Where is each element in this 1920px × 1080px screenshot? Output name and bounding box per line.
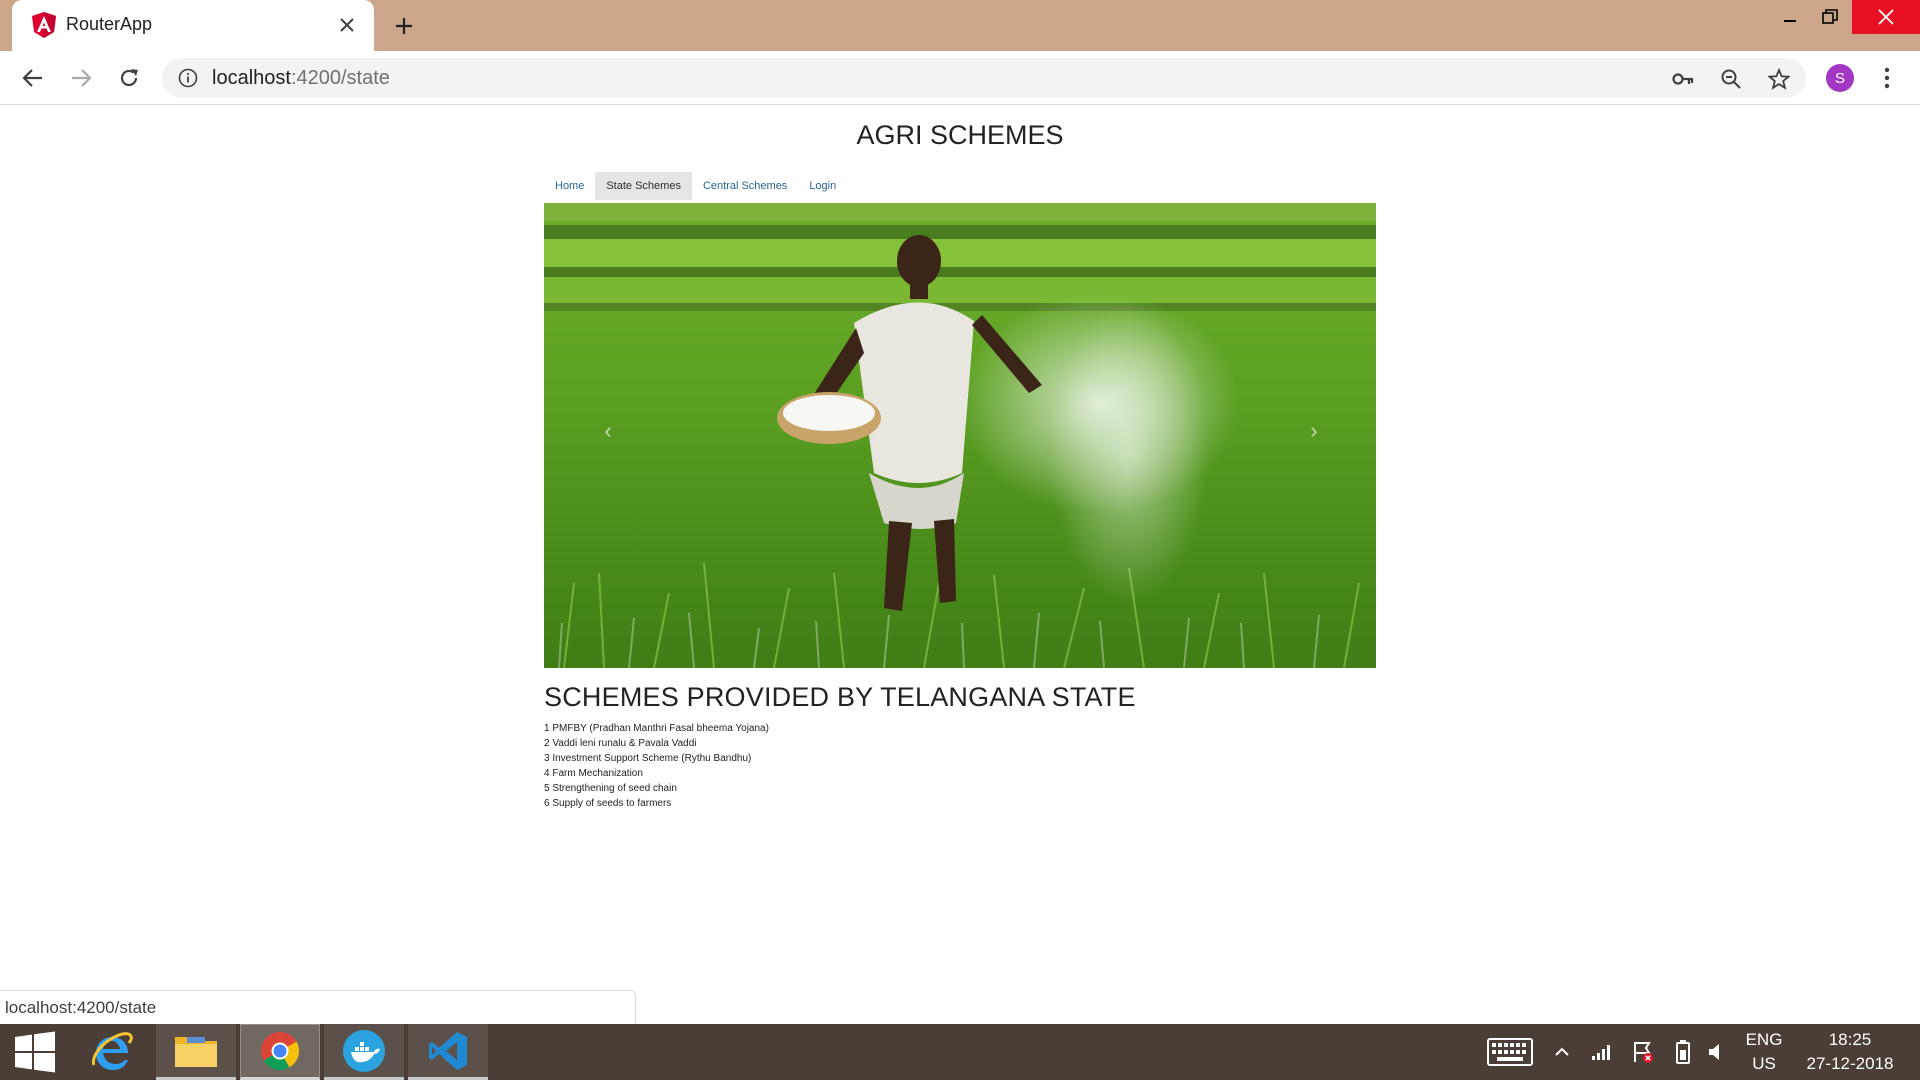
browser-tab[interactable]: RouterApp	[12, 0, 374, 51]
clock-date[interactable]: 27-12-2018	[1798, 1054, 1902, 1074]
reload-icon[interactable]	[114, 63, 144, 93]
language-code[interactable]: ENG	[1740, 1030, 1788, 1050]
carousel-prev-icon[interactable]: ‹	[596, 418, 620, 443]
battery-icon[interactable]	[1672, 1038, 1694, 1066]
site-info-icon[interactable]	[178, 68, 198, 88]
nav-home[interactable]: Home	[544, 172, 595, 200]
status-bubble: localhost:4200/state	[0, 990, 636, 1024]
show-hidden-icons-icon[interactable]	[1552, 1038, 1572, 1066]
section-heading: SCHEMES PROVIDED BY TELANGANA STATE	[544, 682, 1136, 712]
list-item: 3 Investment Support Scheme (Rythu Bandh…	[544, 753, 752, 764]
site-nav: Home State Schemes Central Schemes Login	[544, 172, 847, 200]
window-close-icon[interactable]	[1852, 0, 1920, 34]
volume-icon[interactable]	[1704, 1038, 1728, 1066]
list-item: 6 Supply of seeds to farmers	[544, 798, 672, 809]
chrome-icon[interactable]	[240, 1024, 320, 1080]
clock-time[interactable]: 18:25	[1798, 1030, 1902, 1050]
file-explorer-icon[interactable]	[156, 1024, 236, 1080]
internet-explorer-icon[interactable]	[72, 1024, 152, 1080]
nav-central-schemes[interactable]: Central Schemes	[692, 172, 798, 200]
new-tab-icon[interactable]	[388, 12, 420, 40]
docker-icon[interactable]	[324, 1024, 404, 1080]
url-host: localhost	[212, 67, 291, 89]
image-carousel[interactable]: ‹ ›	[544, 203, 1376, 668]
carousel-next-icon[interactable]: ›	[1302, 418, 1326, 443]
zoom-icon[interactable]	[1718, 66, 1744, 92]
browser-menu-icon[interactable]	[1874, 63, 1900, 93]
touch-keyboard-icon[interactable]	[1486, 1038, 1534, 1066]
key-icon[interactable]	[1670, 66, 1696, 92]
scheme-list: 1 PMFBY (Pradhan Manthri Fasal bheema Yo…	[544, 721, 769, 811]
browser-toolbar: localhost:4200/state S	[0, 51, 1920, 105]
windows-taskbar: ENG US 18:25 27-12-2018	[0, 1024, 1920, 1080]
list-item: 1 PMFBY (Pradhan Manthri Fasal bheema Yo…	[544, 723, 769, 734]
profile-avatar[interactable]: S	[1826, 64, 1854, 92]
site-title: AGRI SCHEMES	[856, 120, 1064, 150]
page-content: AGRI SCHEMES Home State Schemes Central …	[0, 106, 1920, 1024]
url-path: :4200/state	[290, 67, 390, 89]
list-item: 4 Farm Mechanization	[544, 768, 643, 779]
url-text[interactable]: localhost:4200/state	[212, 67, 390, 90]
forward-arrow-icon[interactable]	[66, 63, 96, 93]
window-restore-icon[interactable]	[1800, 0, 1860, 34]
nav-login[interactable]: Login	[798, 172, 847, 200]
list-item: 5 Strengthening of seed chain	[544, 783, 677, 794]
action-center-flag-icon[interactable]	[1630, 1038, 1656, 1066]
network-signal-icon[interactable]	[1590, 1038, 1614, 1066]
back-arrow-icon[interactable]	[18, 63, 48, 93]
address-bar[interactable]: localhost:4200/state	[162, 58, 1806, 98]
farmer-field-image	[544, 203, 1376, 668]
windows-start-icon[interactable]	[0, 1024, 70, 1080]
angular-icon	[32, 12, 56, 38]
list-item: 2 Vaddi leni runalu & Pavala Vaddi	[544, 738, 697, 749]
language-region[interactable]: US	[1740, 1054, 1788, 1074]
bookmark-star-icon[interactable]	[1766, 66, 1792, 92]
vscode-icon[interactable]	[408, 1024, 488, 1080]
browser-titlebar: RouterApp	[0, 0, 1920, 51]
tab-title: RouterApp	[66, 14, 153, 34]
tab-close-icon[interactable]	[334, 12, 360, 38]
nav-state-schemes[interactable]: State Schemes	[595, 172, 692, 200]
